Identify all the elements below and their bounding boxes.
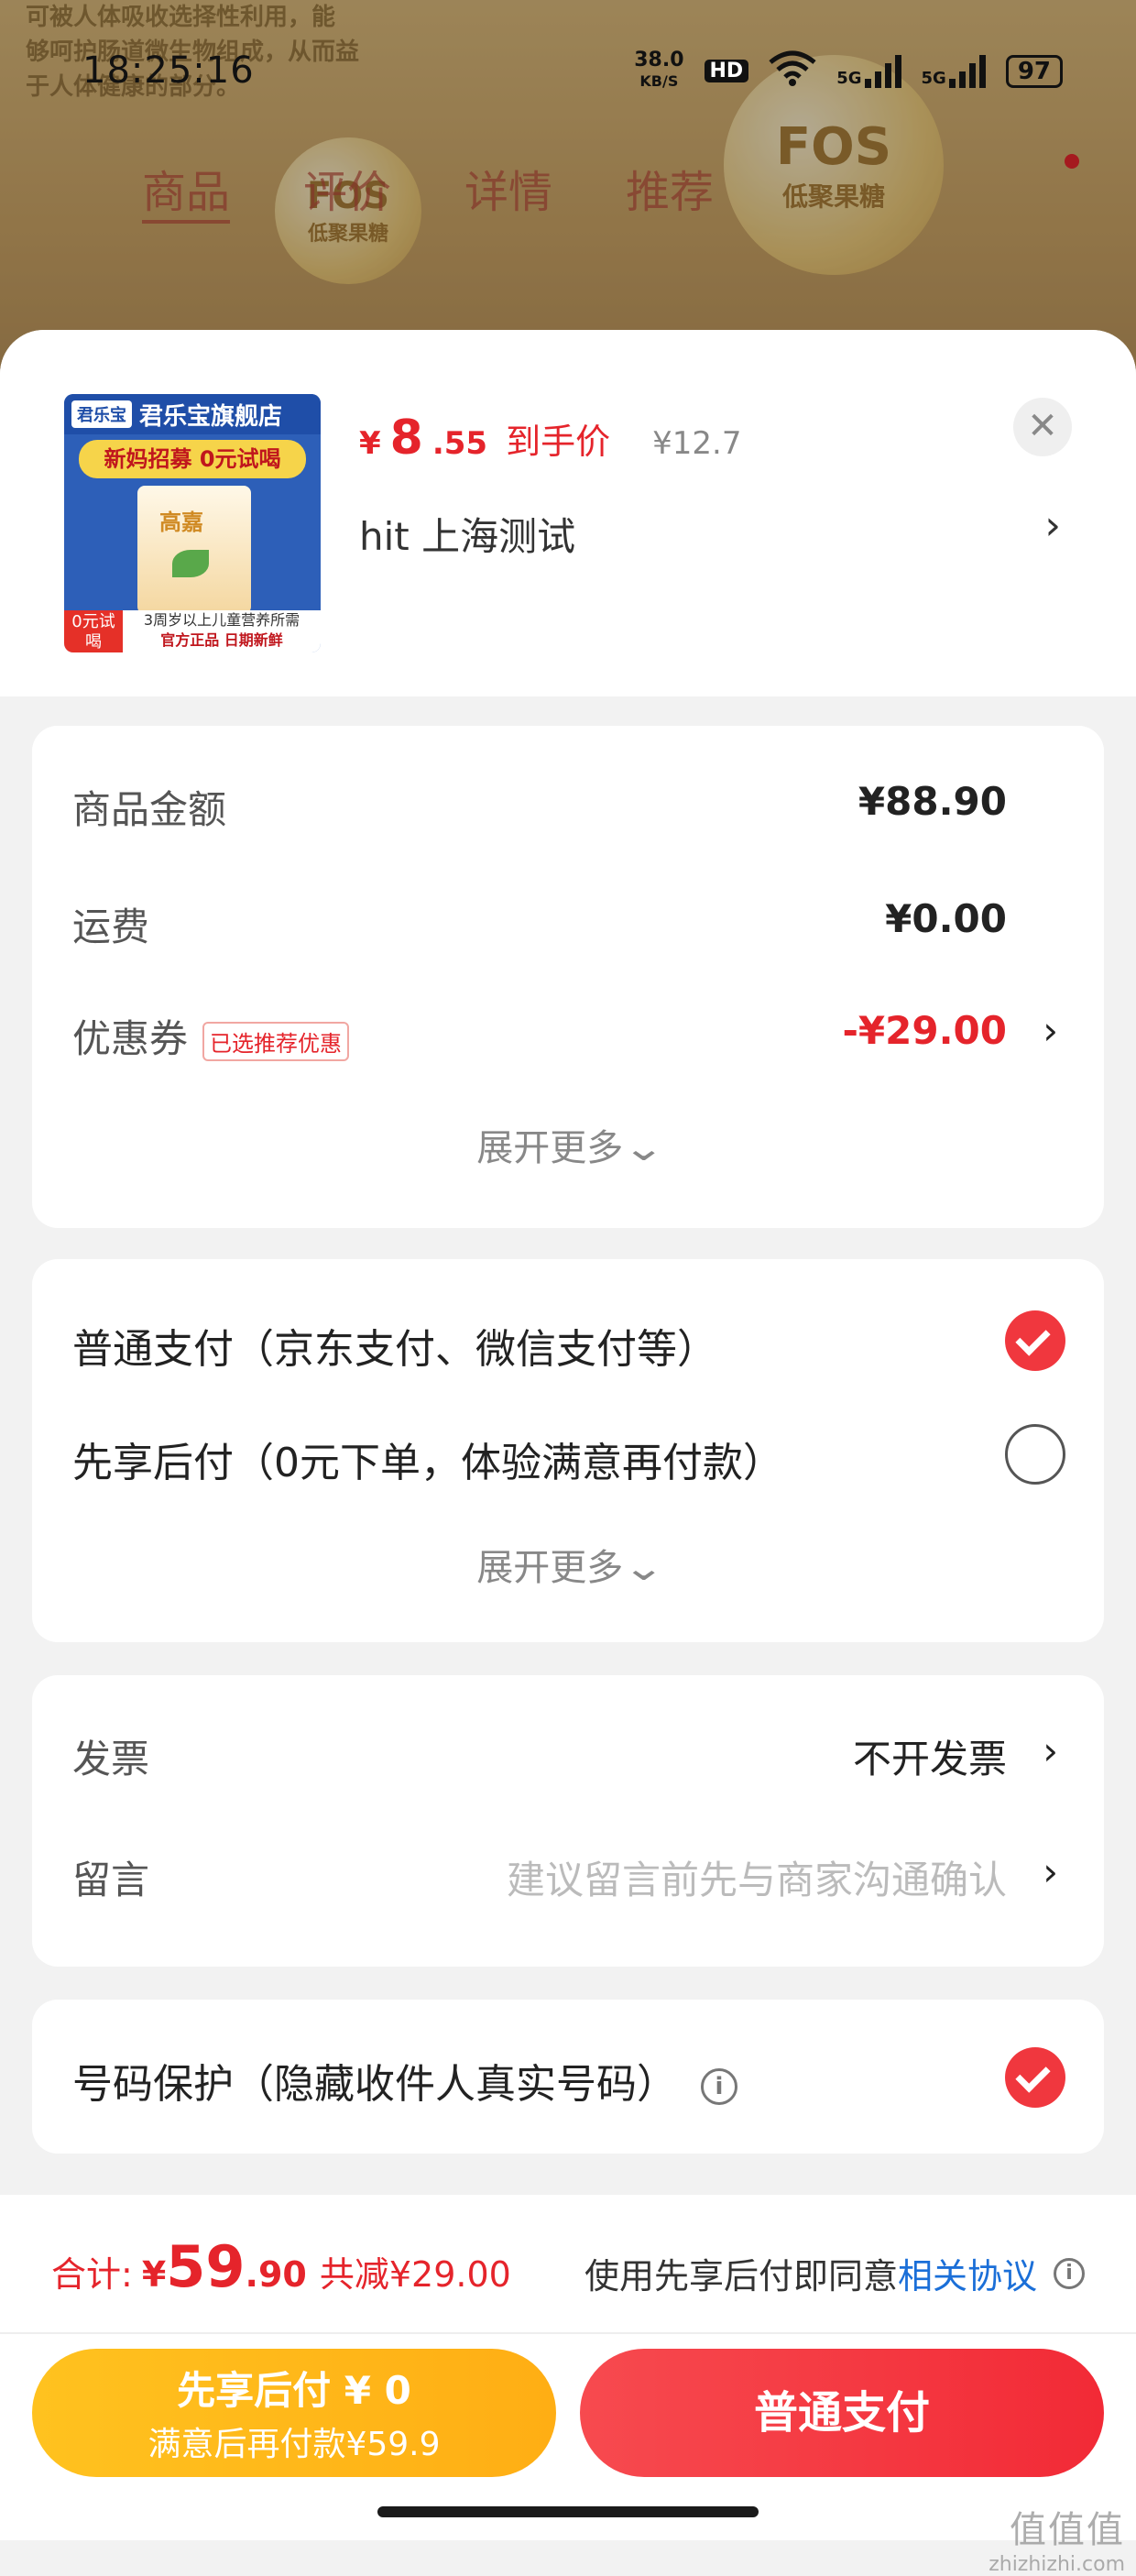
coupon-label: 优惠券 [72, 1016, 189, 1061]
shipping-row: 运费 ¥0.00 [72, 896, 1064, 952]
invoice-label: 发票 [72, 1737, 150, 1781]
caption-line: 3周岁以上儿童营养所需 [143, 611, 300, 629]
watermark: 值值值 zhizhizhi.com [989, 2500, 1125, 2576]
home-indicator[interactable] [377, 2506, 759, 2517]
signal-icon: 5G [836, 54, 901, 88]
price-currency: ¥ [359, 425, 381, 462]
total-currency: ¥ [141, 2254, 167, 2295]
number-protection-row: 号码保护（隐藏收件人真实号码） i [72, 2051, 737, 2110]
goods-amount-label: 商品金额 [72, 787, 227, 832]
wifi-icon [769, 49, 816, 93]
total-label: 合计: [51, 2254, 133, 2295]
expand-more-label: 展开更多 [476, 1547, 624, 1589]
chevron-right-icon: › [1043, 1728, 1058, 1773]
price-integer: 8 [389, 411, 423, 466]
payment-option-later-radio[interactable] [1005, 1424, 1065, 1485]
shipping-label: 运费 [72, 904, 150, 949]
invoice-value: 不开发票 [852, 1737, 1007, 1781]
chevron-right-icon[interactable]: › [1044, 502, 1061, 549]
goods-amount-row: 商品金额 ¥88.90 [72, 779, 1064, 835]
product-header: 君乐宝 君乐宝旗舰店 新妈招募 0元试喝 高嘉 0元试喝 3周岁以上儿童营养所需… [0, 330, 1136, 696]
net-speed-value: 38.0 [634, 49, 684, 71]
info-icon[interactable]: i [1054, 2257, 1085, 2289]
expand-more-label: 展开更多 [476, 1127, 624, 1169]
number-protection-card: 号码保护（隐藏收件人真实号码） i [32, 2000, 1104, 2154]
product-thumbnail[interactable]: 君乐宝 君乐宝旗舰店 新妈招募 0元试喝 高嘉 0元试喝 3周岁以上儿童营养所需… [64, 394, 321, 652]
product-image-footer: 0元试喝 3周岁以上儿童营养所需 官方正品 日期新鲜 [64, 610, 321, 652]
price-row: ¥8.55 到手价 ¥12.7 [359, 411, 741, 466]
product-image-caption: 3周岁以上儿童营养所需 官方正品 日期新鲜 [123, 610, 321, 652]
message-label: 留言 [72, 1858, 150, 1902]
pay-later-title: 先享后付 ¥ 0 [177, 2368, 411, 2413]
expand-more-button[interactable]: 展开更多⌄ [32, 1118, 1104, 1171]
sim2-label: 5G [921, 68, 946, 88]
chevron-right-icon: › [1043, 1008, 1058, 1053]
info-icon[interactable]: i [701, 2068, 737, 2105]
pay-later-subtitle: 满意后再付款¥59.9 [147, 2426, 441, 2463]
package-brand-text: 高嘉 [159, 510, 203, 535]
zero-price-badge: 0元试喝 [64, 610, 123, 652]
agreement-text: 使用先享后付即同意 [584, 2256, 898, 2296]
shipping-value: ¥0.00 [885, 896, 1007, 941]
hd-icon: HD [704, 60, 749, 82]
promo-banner: 新妈招募 0元试喝 [79, 440, 306, 478]
number-protection-toggle[interactable] [1005, 2047, 1065, 2108]
status-icons: 38.0 KB/S HD 5G 5G 97 [634, 49, 1063, 93]
expand-more-button[interactable]: 展开更多⌄ [32, 1538, 1104, 1591]
payment-option-normal-radio[interactable] [1005, 1310, 1065, 1371]
total-row: 合计: ¥59.90 共减¥29.00 [51, 2233, 511, 2300]
sim1-label: 5G [836, 68, 862, 88]
goods-amount-value: ¥88.90 [857, 779, 1007, 824]
leaf-icon [172, 550, 209, 577]
shipping-address[interactable]: hit 上海测试 [359, 506, 575, 562]
amount-card-body: 商品金额 ¥88.90 运费 ¥0.00 优惠券 已选推荐优惠 -¥29.00 ›… [32, 726, 1104, 1228]
watermark-url: zhizhizhi.com [989, 2553, 1125, 2576]
net-speed-indicator: 38.0 KB/S [634, 50, 683, 92]
status-bar: 18:25:16 38.0 KB/S HD 5G 5G 97 [0, 37, 1136, 101]
payment-option-later-label[interactable]: 先享后付（0元下单，体验满意再付款） [72, 1430, 783, 1488]
battery-icon: 97 [1005, 54, 1063, 88]
final-price-label: 到手价 [506, 422, 611, 462]
invoice-row[interactable]: 发票 不开发票 › [72, 1728, 1064, 1784]
coupon-value: -¥29.00 [842, 1008, 1007, 1053]
number-protection-label: 号码保护（隐藏收件人真实号码） [72, 2061, 677, 2108]
coupon-badge: 已选推荐优惠 [202, 1022, 350, 1061]
caption-line: 官方正品 日期新鲜 [160, 631, 283, 649]
payment-card: 普通支付（京东支付、微信支付等） 先享后付（0元下单，体验满意再付款） 展开更多… [32, 1259, 1104, 1642]
watermark-logo: 值值值 [1010, 2509, 1125, 2551]
normal-pay-button[interactable]: 普通支付 [580, 2349, 1104, 2477]
total-decimal: .90 [245, 2254, 307, 2295]
chevron-down-icon: ⌄ [622, 1547, 666, 1589]
coupon-row[interactable]: 优惠券 已选推荐优惠 -¥29.00 › [72, 1008, 1064, 1064]
product-package-image: 高嘉 [137, 486, 251, 614]
status-time: 18:25:16 [82, 49, 255, 92]
store-banner: 君乐宝 君乐宝旗舰店 [64, 394, 321, 434]
net-speed-unit: KB/S [639, 72, 679, 90]
price-decimal: .55 [431, 425, 488, 462]
payment-option-normal-label[interactable]: 普通支付（京东支付、微信支付等） [72, 1316, 717, 1375]
chevron-right-icon: › [1043, 1849, 1058, 1894]
message-input[interactable]: 建议留言前先与商家沟通确认 [507, 1849, 1007, 1905]
total-saved: 共减¥29.00 [319, 2254, 511, 2295]
chevron-down-icon: ⌄ [622, 1127, 666, 1169]
invoice-message-card: 发票 不开发票 › 留言 建议留言前先与商家沟通确认 › [32, 1675, 1104, 1967]
agreement-link[interactable]: 相关协议 [898, 2248, 1037, 2298]
total-integer: 59 [166, 2233, 246, 2300]
close-button[interactable]: ✕ [1013, 398, 1072, 456]
signal-icon: 5G [921, 54, 986, 88]
store-name: 君乐宝旗舰店 [139, 402, 283, 431]
original-price: ¥12.7 [652, 425, 742, 462]
brand-logo: 君乐宝 [71, 400, 132, 428]
message-row[interactable]: 留言 建议留言前先与商家沟通确认 › [72, 1849, 1064, 1905]
divider [0, 2332, 1136, 2334]
agreement-notice: 使用先享后付即同意 相关协议 i [584, 2248, 1085, 2298]
pay-later-button[interactable]: 先享后付 ¥ 0 满意后再付款¥59.9 [32, 2349, 556, 2477]
checkout-bottom-bar: 合计: ¥59.90 共减¥29.00 使用先享后付即同意 相关协议 i 先享后付 … [0, 2195, 1136, 2540]
close-icon: ✕ [1027, 405, 1058, 447]
